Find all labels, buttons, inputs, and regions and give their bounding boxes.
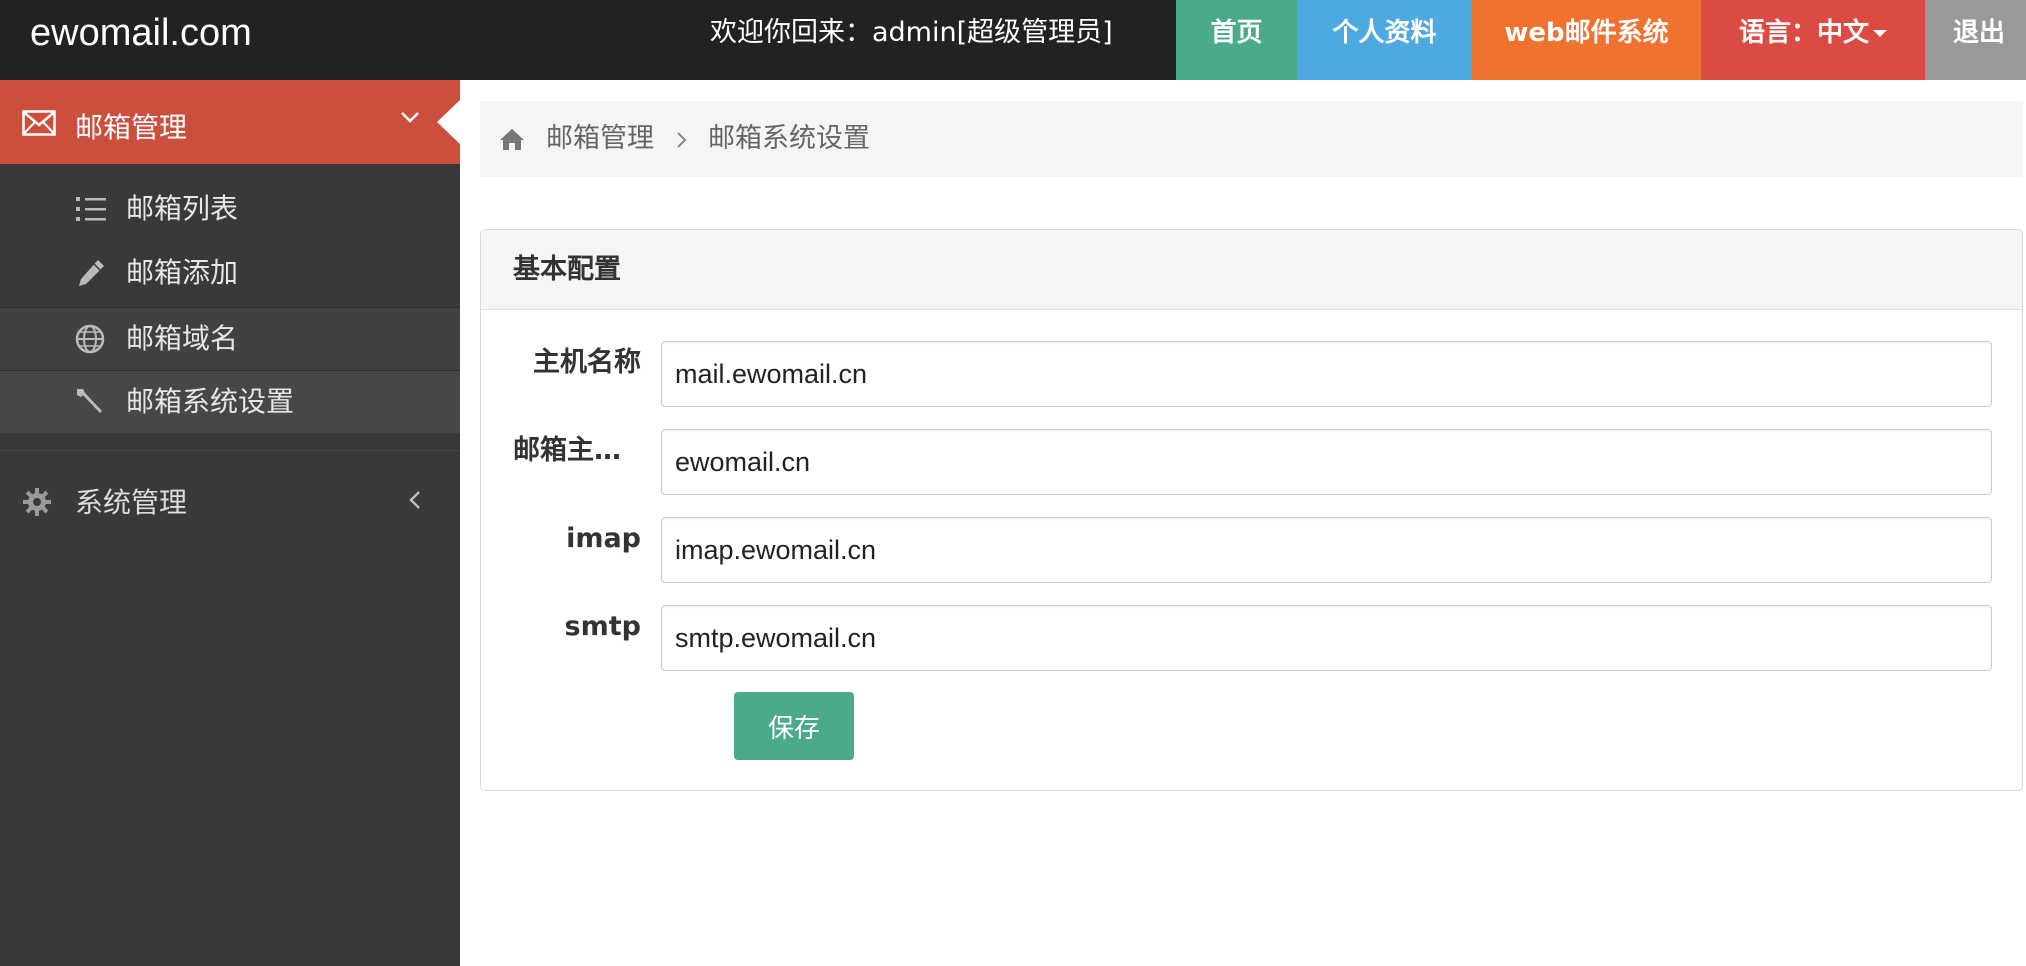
profile-button[interactable]: 个人资料 <box>1297 0 1472 80</box>
smtp-label: smtp <box>564 611 641 642</box>
envelope-icon <box>22 110 56 136</box>
breadcrumb-current: 邮箱系统设置 <box>708 123 870 154</box>
sidebar-group-mailbox[interactable]: 邮箱管理 <box>0 80 460 164</box>
logout-button-label: 退出 <box>1953 18 2006 48</box>
sidebar: 邮箱管理 邮箱列表 邮箱添加 邮箱域名 邮箱系统设置 系统管理 <box>0 80 460 966</box>
panel-title: 基本配置 <box>513 254 621 285</box>
webmail-button[interactable]: web邮件系统 <box>1472 0 1701 80</box>
imap-input[interactable] <box>661 517 1992 583</box>
breadcrumb-mailbox-link[interactable]: 邮箱管理 <box>546 101 654 177</box>
mail-domain-input[interactable] <box>661 429 1992 495</box>
hostname-input[interactable] <box>661 341 1992 407</box>
welcome-text: 欢迎你回来：admin[超级管理员] <box>710 17 1113 48</box>
breadcrumb: 邮箱管理 邮箱系统设置 <box>480 101 2023 177</box>
chevron-right-icon <box>677 132 687 148</box>
sidebar-item-mailbox-add[interactable]: 邮箱添加 <box>0 242 460 304</box>
sidebar-item-label: 邮箱添加 <box>126 256 239 289</box>
webmail-button-label: web邮件系统 <box>1504 18 1669 48</box>
sidebar-item-label: 邮箱列表 <box>126 192 239 225</box>
sidebar-item-label: 邮箱系统设置 <box>126 385 295 418</box>
save-button[interactable]: 保存 <box>734 692 854 760</box>
top-nav-buttons: 首页 个人资料 web邮件系统 语言：中文 退出 <box>1176 0 2026 80</box>
sidebar-item-label: 邮箱域名 <box>126 322 239 355</box>
wrench-icon <box>77 389 103 414</box>
gear-icon <box>23 488 51 516</box>
hostname-label: 主机名称 <box>533 347 641 378</box>
home-button-label: 首页 <box>1210 18 1263 48</box>
list-icon <box>76 197 106 221</box>
panel-header: 基本配置 <box>481 230 2022 310</box>
profile-button-label: 个人资料 <box>1332 18 1437 48</box>
top-navbar: ewomail.com 欢迎你回来：admin[超级管理员] 首页 个人资料 w… <box>0 0 2026 80</box>
imap-label: imap <box>566 523 641 554</box>
sidebar-divider <box>0 450 460 451</box>
sidebar-group-mailbox-label: 邮箱管理 <box>75 111 188 144</box>
basic-config-panel: 基本配置 主机名称 邮箱主… imap smtp 保存 <box>480 229 2023 791</box>
caret-down-icon <box>1873 30 1887 37</box>
language-dropdown-label: 语言：中文 <box>1738 18 1869 48</box>
chevron-down-icon <box>401 112 419 123</box>
sidebar-item-mailbox-list[interactable]: 邮箱列表 <box>0 178 460 240</box>
language-dropdown[interactable]: 语言：中文 <box>1701 0 1925 80</box>
active-pointer <box>437 100 460 144</box>
smtp-input[interactable] <box>661 605 1992 671</box>
logout-button[interactable]: 退出 <box>1925 0 2026 80</box>
sidebar-group-system-label: 系统管理 <box>75 486 188 519</box>
home-icon[interactable] <box>499 127 525 151</box>
sidebar-item-mailbox-settings[interactable]: 邮箱系统设置 <box>0 371 460 433</box>
sidebar-item-mailbox-domain[interactable]: 邮箱域名 <box>0 308 460 370</box>
mail-domain-label: 邮箱主… <box>513 435 621 466</box>
chevron-left-icon <box>409 491 420 509</box>
brand-logo[interactable]: ewomail.com <box>30 0 252 66</box>
sidebar-group-system[interactable]: 系统管理 <box>0 463 460 543</box>
globe-icon <box>75 324 105 354</box>
home-button[interactable]: 首页 <box>1176 0 1297 80</box>
pencil-icon <box>79 260 104 286</box>
